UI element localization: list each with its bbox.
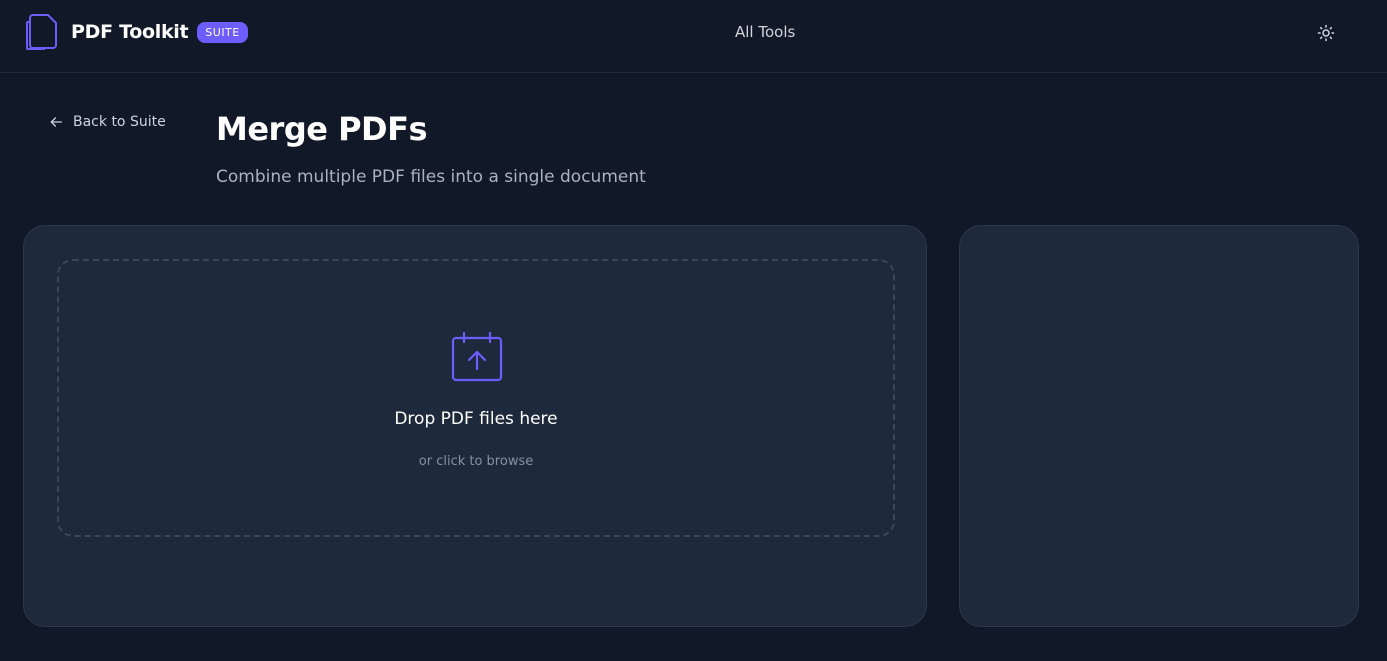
brand[interactable]: PDF Toolkit SUITE: [25, 13, 248, 51]
upload-panel: Drop PDF files here or click to browse: [23, 225, 927, 627]
document-icon: [26, 14, 57, 50]
page-subtitle: Combine multiple PDF files into a single…: [216, 167, 646, 187]
back-link-label: Back to Suite: [73, 114, 166, 130]
file-list-panel: [959, 225, 1359, 627]
dropzone-title: Drop PDF files here: [394, 409, 558, 429]
brand-name: PDF Toolkit: [71, 21, 189, 43]
suite-badge: SUITE: [197, 21, 248, 43]
upload-calendar-icon: [451, 331, 503, 382]
top-header: PDF Toolkit SUITE All Tools: [0, 0, 1387, 73]
nav-all-tools-link[interactable]: All Tools: [735, 23, 795, 41]
dropzone-subtitle: or click to browse: [418, 454, 534, 469]
back-to-suite-link[interactable]: Back to Suite: [48, 114, 166, 130]
page-title: Merge PDFs: [216, 110, 428, 148]
theme-toggle-button[interactable]: [1314, 21, 1338, 45]
arrow-left-icon: [50, 117, 62, 127]
pdf-dropzone[interactable]: Drop PDF files here or click to browse: [57, 259, 895, 537]
sun-icon: [1317, 24, 1335, 42]
